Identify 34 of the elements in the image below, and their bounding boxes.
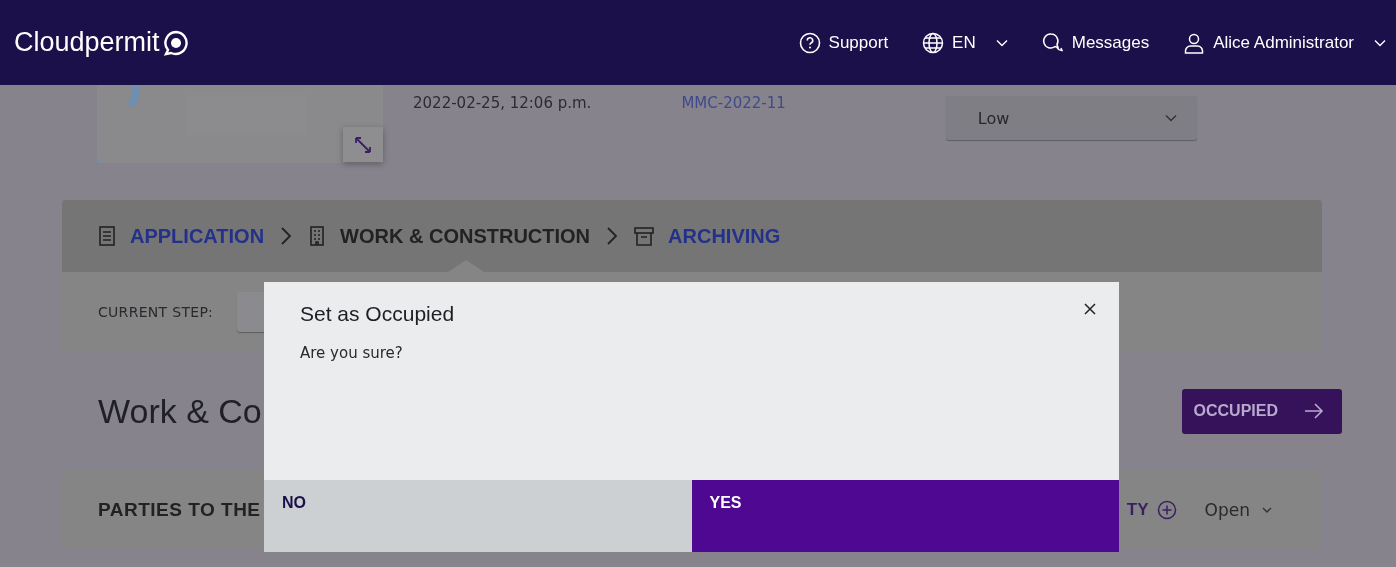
caret-icon: [995, 38, 1008, 47]
user-icon: [1183, 31, 1206, 54]
logo-text[interactable]: Cloudpermit: [14, 27, 160, 58]
occupied-button[interactable]: OCCUPIED: [1182, 388, 1342, 434]
current-step-label: CURRENT STEP:: [98, 304, 214, 320]
cancel-button[interactable]: NO: [264, 480, 692, 552]
chevron-down-icon: [1262, 506, 1272, 514]
dialog-message: Are you sure?: [300, 344, 404, 362]
chat-icon: [1041, 31, 1064, 54]
plus-circle-icon: [1156, 500, 1177, 520]
dialog-title: Set as Occupied: [300, 302, 455, 326]
nav-link[interactable]: EN: [922, 31, 1008, 54]
date-text: 2022-02-25, 12:06 p.m.: [413, 94, 592, 113]
priority-select[interactable]: Low: [945, 96, 1197, 140]
globe-icon: [922, 31, 945, 54]
nav-link[interactable]: Support: [798, 31, 889, 54]
expand-button[interactable]: [343, 127, 383, 162]
close-icon: [1084, 303, 1096, 315]
chevron-right-icon: [280, 226, 293, 246]
help-icon: [798, 31, 821, 54]
document-icon: [98, 225, 116, 247]
confirm-button[interactable]: YES: [691, 480, 1119, 552]
open-toggle[interactable]: Open: [1204, 500, 1272, 520]
nav-link[interactable]: Messages: [1041, 31, 1150, 54]
section-title: Work & Co: [98, 391, 262, 431]
building-icon: [308, 225, 327, 247]
chevron-down-icon: [1164, 114, 1177, 122]
caret-icon: [1374, 38, 1386, 47]
chevron-right-icon: [606, 226, 619, 246]
parties-title: PARTIES TO THE: [98, 499, 261, 521]
speech-bubble-icon: [162, 29, 189, 56]
nav-link[interactable]: Alice Administrator: [1183, 31, 1386, 54]
arrow-right-icon: [1304, 403, 1324, 419]
archive-icon: [634, 225, 655, 247]
